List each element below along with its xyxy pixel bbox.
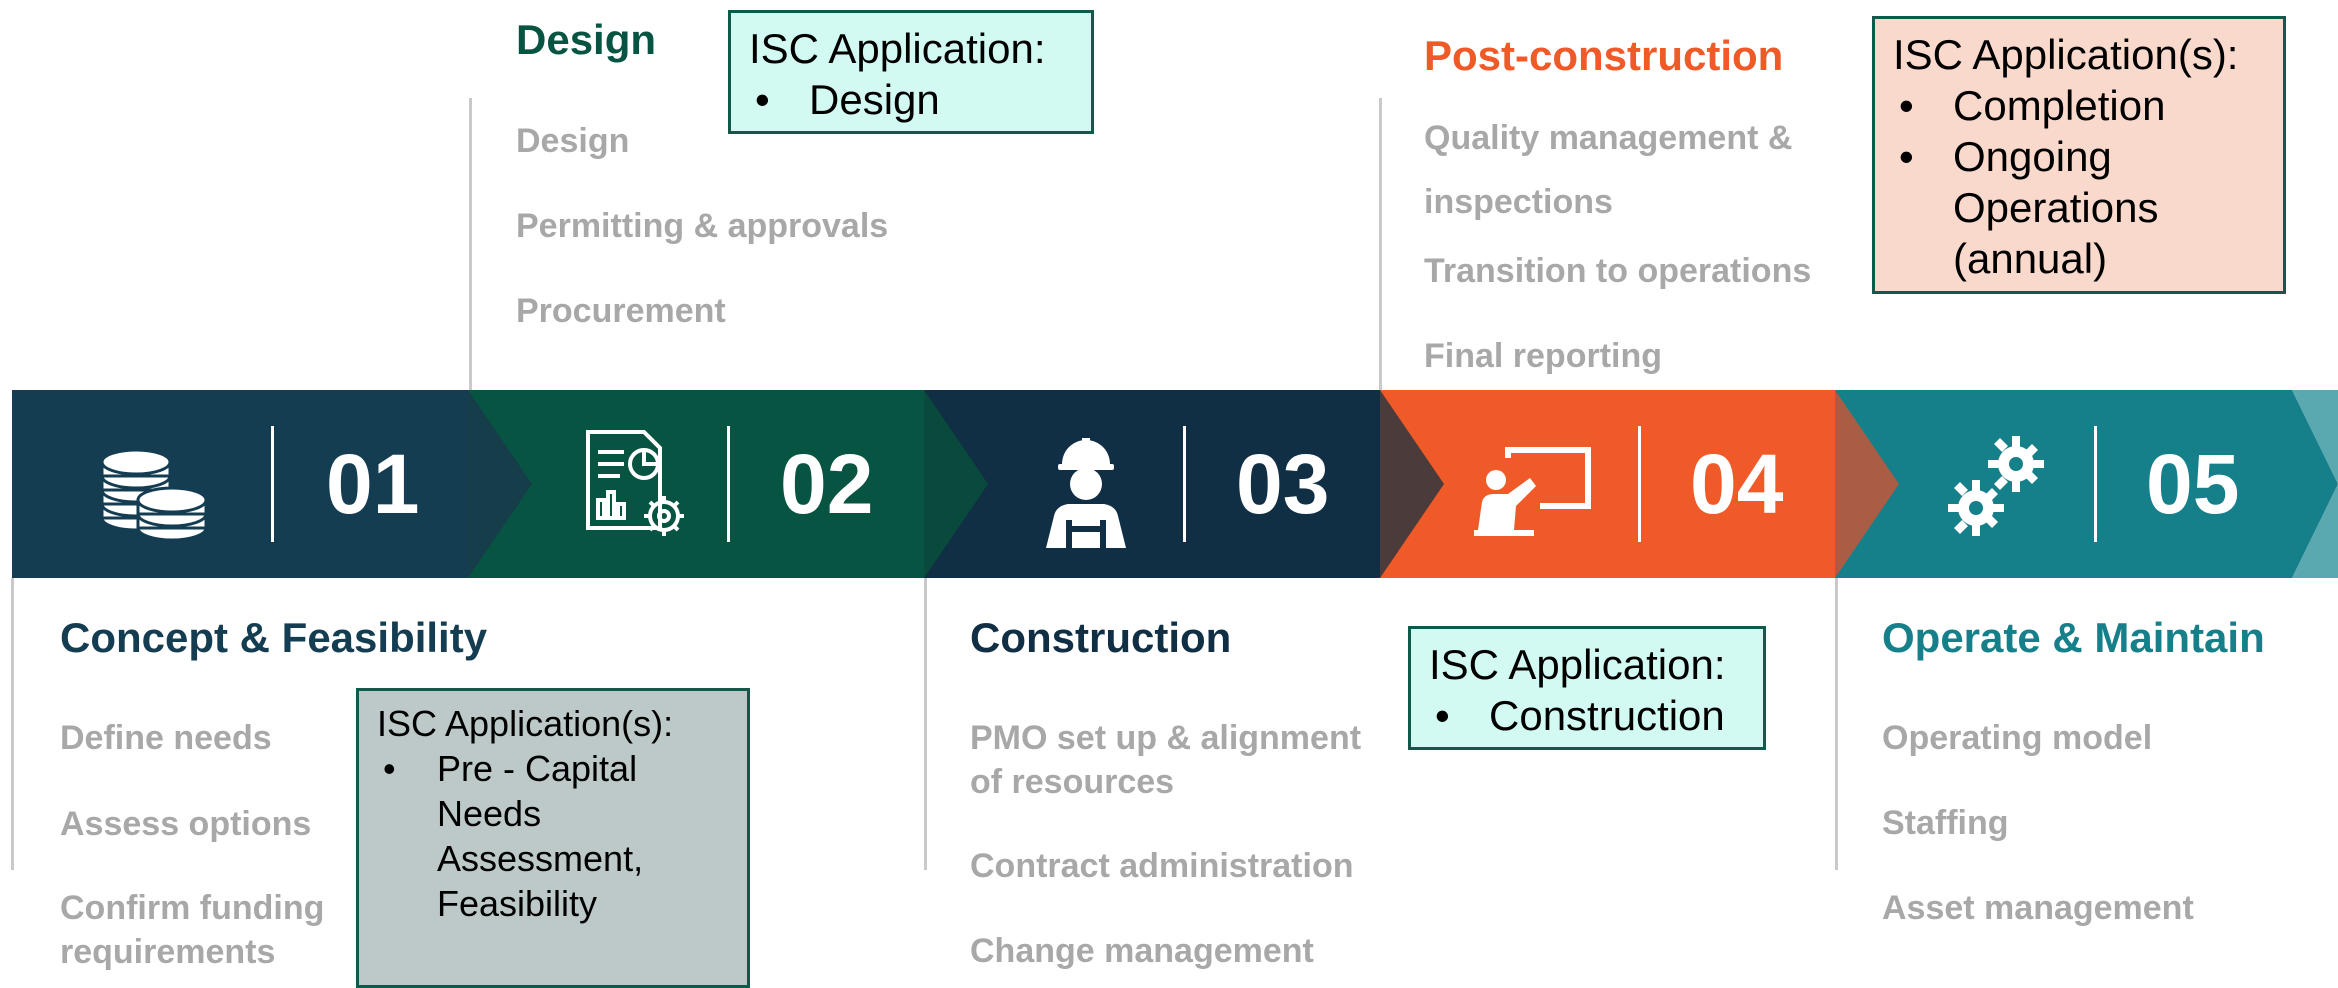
phase-title-concept: Concept & Feasibility [60, 614, 488, 661]
divider-04 [1638, 426, 1641, 542]
isc-box-concept-title: ISC Application(s): [377, 703, 674, 744]
divider-03 [1183, 426, 1186, 542]
isc-box-post: ISC Application(s): Completion Ongoing O… [1872, 16, 2286, 294]
construction-worker-icon [1046, 438, 1126, 548]
guide-line-construction [924, 578, 927, 870]
construction-item-pmo: PMO set up & alignment of resources [970, 719, 1362, 801]
phase-number-02: 02 [780, 437, 874, 531]
phase-segment-05 [1835, 390, 2338, 578]
presentation-board-icon [1474, 447, 1591, 536]
design-item-permitting: Permitting & approvals [516, 207, 889, 245]
coins-icon [100, 448, 208, 542]
isc-box-post-title: ISC Application(s): [1893, 31, 2239, 78]
isc-box-concept: ISC Application(s): Pre - Capital Needs … [356, 688, 750, 988]
concept-item-define-needs: Define needs [60, 719, 272, 757]
divider-05 [2094, 426, 2097, 542]
post-item-transition: Transition to operations [1424, 252, 1812, 290]
report-gear-icon [586, 430, 684, 536]
guide-line-post [1379, 98, 1382, 390]
operate-item-staffing: Staffing [1882, 804, 2009, 842]
gears-icon [1948, 436, 2044, 536]
isc-box-post-item-completion: Completion [1893, 80, 2265, 131]
isc-box-construction-title: ISC Application: [1429, 641, 1726, 688]
construction-item-contract-admin: Contract administration [970, 847, 1354, 885]
phase-title-construction: Construction [970, 614, 1232, 661]
divider-01 [271, 426, 274, 542]
isc-box-design-title: ISC Application: [749, 25, 1046, 72]
phase-number-05: 05 [2146, 437, 2240, 531]
isc-box-construction-item: Construction [1429, 690, 1745, 741]
divider-02 [727, 426, 730, 542]
operate-item-asset-mgmt: Asset management [1882, 889, 2194, 927]
design-item-procurement: Procurement [516, 292, 726, 330]
phase-number-01: 01 [326, 437, 420, 531]
isc-box-concept-list: Pre - Capital Needs Assessment, Feasibil… [377, 746, 729, 926]
concept-item-confirm-funding: Confirm funding requirements [60, 889, 325, 971]
isc-box-construction: ISC Application: Construction [1408, 626, 1766, 750]
operate-item-operating-model: Operating model [1882, 719, 2153, 757]
guide-line-concept [11, 578, 14, 870]
isc-box-design: ISC Application: Design [728, 10, 1094, 134]
construction-item-change-mgmt: Change management [970, 932, 1314, 970]
isc-box-design-item: Design [749, 74, 1073, 125]
isc-box-concept-item: Pre - Capital Needs Assessment, Feasibil… [377, 746, 729, 926]
isc-box-construction-list: Construction [1429, 690, 1745, 741]
phase-title-post-construction: Post-construction [1424, 32, 1784, 79]
guide-line-operate [1835, 578, 1838, 870]
phase-number-04: 04 [1690, 437, 1784, 531]
guide-line-design [469, 98, 472, 390]
isc-box-post-list: Completion Ongoing Operations (annual) [1893, 80, 2265, 284]
isc-box-design-list: Design [749, 74, 1073, 125]
isc-box-post-item-ongoing: Ongoing Operations (annual) [1893, 131, 2265, 284]
concept-item-assess-options: Assess options [60, 805, 312, 843]
post-item-final-reporting: Final reporting [1424, 337, 1662, 375]
phase-title-design: Design [516, 16, 657, 63]
phase-title-operate: Operate & Maintain [1882, 614, 2265, 661]
phase-number-03: 03 [1236, 437, 1330, 531]
post-item-quality: Quality management & inspections [1424, 119, 1793, 221]
design-item-design: Design [516, 122, 630, 160]
